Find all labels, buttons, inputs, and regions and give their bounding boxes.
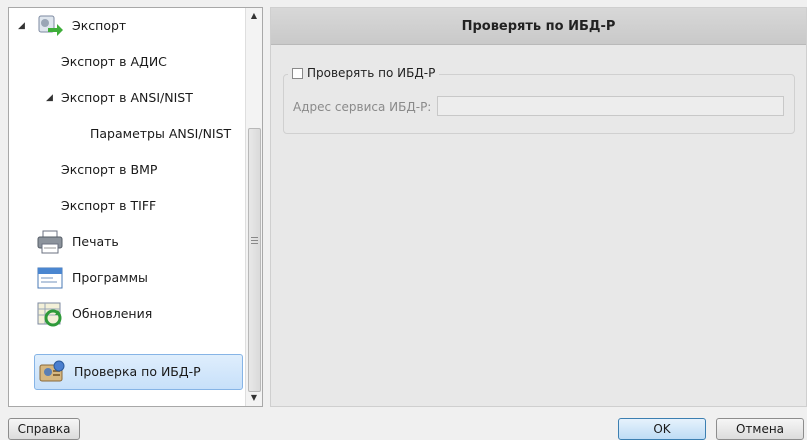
tree-item-label: Экспорт в TIFF	[61, 197, 157, 213]
tree-item-label: Проверка по ИБД-Р	[74, 363, 201, 379]
tree-item-label: Параметры ANSI/NIST	[90, 125, 232, 141]
tree-item-print[interactable]: Печать	[9, 224, 247, 260]
settings-tree: ◢ Экспорт Экспорт в АДИС ◢ Экспорт в ANS…	[8, 7, 263, 407]
tree-item-programs[interactable]: Программы	[9, 260, 247, 296]
tree-item-label: Экспорт в АДИС	[61, 53, 167, 69]
export-icon	[36, 13, 64, 39]
tree-item-export-adis[interactable]: Экспорт в АДИС	[9, 44, 247, 80]
tree-item-label: Экспорт в ANSI/NIST	[61, 89, 193, 105]
expand-arrow-icon[interactable]: ◢	[46, 93, 53, 103]
tree-scrollbar[interactable]: ▲ ▼	[245, 8, 262, 406]
scroll-down-icon[interactable]: ▼	[246, 390, 262, 406]
scroll-up-icon[interactable]: ▲	[246, 8, 262, 24]
tree-item-ansi-params[interactable]: Параметры ANSI/NIST	[9, 116, 247, 152]
tree-item-updates[interactable]: Обновления	[9, 296, 247, 332]
settings-panel: Проверять по ИБД-Р Проверять по ИБД-Р Ад…	[270, 7, 807, 407]
id-check-icon	[38, 359, 66, 385]
cancel-button[interactable]: Отмена	[716, 418, 804, 440]
tree-item-label: Печать	[72, 233, 119, 249]
ibd-checkbox-row[interactable]: Проверять по ИБД-Р	[288, 66, 440, 80]
ok-button[interactable]: OK	[618, 418, 706, 440]
tree-item-label: Экспорт	[72, 17, 127, 33]
ibd-checkbox-label[interactable]: Проверять по ИБД-Р	[307, 66, 435, 80]
help-button[interactable]: Справка	[8, 418, 80, 440]
panel-title: Проверять по ИБД-Р	[271, 8, 806, 45]
address-input[interactable]	[437, 96, 784, 116]
scrollbar-thumb[interactable]	[248, 128, 261, 392]
tree-item-ibd-check[interactable]: Проверка по ИБД-Р	[34, 354, 243, 390]
ibd-checkbox[interactable]	[292, 67, 303, 79]
tree-item-export-bmp[interactable]: Экспорт в BMP	[9, 152, 247, 188]
tree-item-export[interactable]: ◢ Экспорт	[9, 8, 247, 44]
address-label: Адрес сервиса ИБД-Р:	[293, 100, 432, 114]
tree-item-export-ansi[interactable]: ◢ Экспорт в ANSI/NIST	[9, 80, 247, 116]
printer-icon	[36, 229, 64, 255]
tree-item-export-tiff[interactable]: Экспорт в TIFF	[9, 188, 247, 224]
tree-item-label: Обновления	[72, 305, 153, 321]
tree-item-label: Программы	[72, 269, 148, 285]
update-icon	[36, 301, 64, 327]
window-icon	[36, 265, 64, 291]
expand-arrow-icon[interactable]: ◢	[18, 21, 25, 31]
tree-item-label: Экспорт в BMP	[61, 161, 158, 177]
